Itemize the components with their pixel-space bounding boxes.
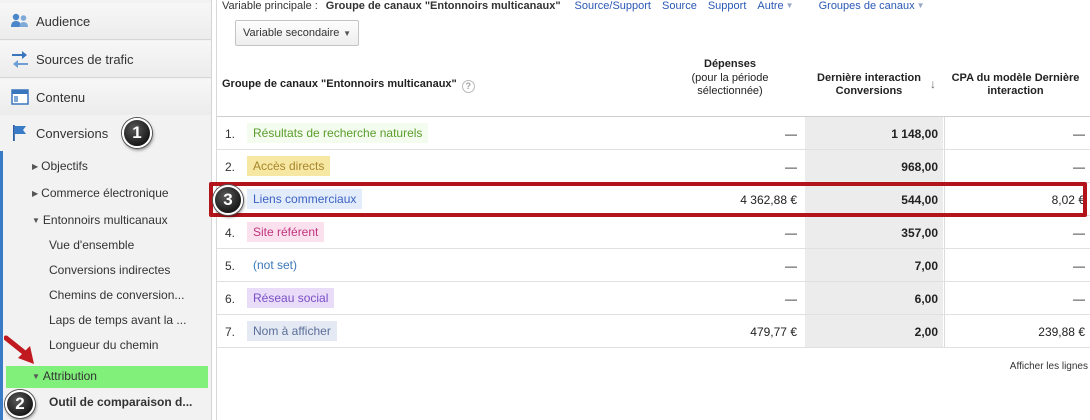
triangle-down-icon: ▼ (32, 372, 40, 381)
table-row[interactable]: 1. Résultats de recherche naturels — 1 148,… (217, 117, 1090, 150)
other-dropdown[interactable]: Autre ▼ (757, 0, 793, 14)
row-number: 6. (225, 292, 236, 306)
cpa-cell: — (1073, 160, 1085, 174)
sidebar-item-path-length[interactable]: Longueur du chemin (49, 338, 199, 352)
spend-cell: — (785, 127, 797, 141)
cpa-cell: — (1073, 292, 1085, 306)
dimension-link-medium[interactable]: Support (708, 0, 747, 14)
dimension-link-source-medium[interactable]: Source/Support (575, 0, 651, 14)
channel-label[interactable]: Nom à afficher (247, 321, 337, 341)
channel-label[interactable]: Résultats de recherche naturels (247, 123, 429, 143)
table-header: Groupe de canaux "Entonnoirs multicanaux… (217, 51, 1090, 117)
cpa-cell: — (1073, 226, 1085, 240)
help-icon[interactable]: ? (461, 80, 475, 93)
conversions-cell: 2,00 (914, 325, 938, 339)
spend-cell: 479,77 € (750, 325, 797, 339)
chevron-down-icon: ▼ (916, 1, 925, 10)
traffic-sources-icon (10, 50, 30, 68)
row-number: 1. (225, 127, 236, 141)
row-number: 7. (225, 325, 236, 339)
triangle-right-icon: ▶ (32, 162, 39, 171)
audience-icon (10, 12, 30, 30)
table-row[interactable]: 2. Accès directs — 968,00 — (217, 150, 1090, 183)
step-badge-1: 1 (122, 118, 152, 148)
sidebar-item-assisted-conversions[interactable]: Conversions indirectes (49, 263, 199, 277)
step-badge-3: 3 (213, 185, 243, 215)
sidebar-section-conversions[interactable]: Conversions (0, 115, 211, 151)
spend-cell: — (785, 259, 797, 273)
cpa-cell: 239,88 € (1038, 325, 1085, 339)
sidebar-item-comparison-tool[interactable]: Outil de comparaison d... (49, 395, 199, 409)
secondary-dimension-label: Variable secondaire (243, 27, 340, 39)
table-row[interactable]: 7. Nom à afficher 479,77 € 2,00 239,88 € (217, 315, 1090, 348)
sidebar-item-time-lag[interactable]: Laps de temps avant la ... (49, 313, 199, 327)
content-icon (10, 88, 30, 106)
spend-cell: — (785, 292, 797, 306)
channel-label[interactable]: Réseau social (247, 288, 335, 308)
sidebar-item-funnels[interactable]: ▼ Entonnoirs multicanaux (32, 213, 168, 227)
sidebar-section-traffic-sources[interactable]: Sources de trafic (0, 41, 211, 78)
sidebar-section-content[interactable]: Contenu (0, 79, 211, 116)
cpa-cell: — (1073, 259, 1085, 273)
row-number: 2. (225, 160, 236, 174)
chevron-down-icon: ▼ (343, 29, 351, 38)
conversions-cell: 6,00 (914, 292, 938, 306)
channel-label[interactable]: Site référent (247, 222, 325, 242)
sidebar-item-ecommerce[interactable]: ▶ Commerce électronique (32, 186, 169, 200)
row-number: 4. (225, 226, 236, 240)
sidebar-section-label: Conversions (36, 125, 109, 141)
sidebar-item-attribution[interactable]: ▼ Attribution (32, 369, 97, 383)
triangle-down-icon: ▼ (32, 216, 40, 225)
table-row[interactable]: 5. (not set) — 7,00 — (217, 249, 1090, 282)
sidebar-item-overview[interactable]: Vue d'ensemble (49, 238, 199, 252)
table-row[interactable]: 6. Réseau social — 6,00 — (217, 282, 1090, 315)
conversions-cell: 7,00 (914, 259, 938, 273)
chevron-down-icon: ▼ (785, 1, 794, 10)
conversions-cell: 968,00 (901, 160, 938, 174)
column-header-last-interaction-conversions[interactable]: Dernière interaction Conversions (809, 72, 929, 98)
column-header-channel-group[interactable]: Groupe de canaux "Entonnoirs multicanaux… (222, 78, 475, 93)
primary-dimension-value: Groupe de canaux "Entonnoirs multicanaux… (325, 0, 561, 12)
primary-dimension-bar: Variable principale : Groupe de canaux "… (222, 0, 925, 14)
step-badge-2: 2 (5, 390, 35, 418)
sidebar-item-objectives[interactable]: ▶ Objectifs (32, 159, 88, 173)
triangle-right-icon: ▶ (32, 189, 39, 198)
sidebar-section-label: Sources de trafic (36, 51, 134, 67)
show-rows-control[interactable]: Afficher les lignes (1010, 361, 1088, 372)
red-arrow-icon (4, 335, 34, 364)
column-header-spend[interactable]: Dépenses (pour la période sélectionnée) (677, 58, 783, 98)
dimension-link-source[interactable]: Source (662, 0, 697, 14)
sidebar-section-label: Contenu (36, 89, 86, 105)
cpa-cell: — (1073, 127, 1085, 141)
sidebar-section-audience[interactable]: Audience (0, 3, 211, 40)
conversions-accent-bar (0, 115, 3, 420)
highlight-box (209, 182, 1087, 217)
sidebar-item-conversion-paths[interactable]: Chemins de conversion... (49, 288, 199, 302)
sort-arrow-icon[interactable]: ↓ (930, 77, 936, 91)
column-header-cpa[interactable]: CPA du modèle Dernière interaction (944, 72, 1087, 98)
secondary-dimension-dropdown[interactable]: Variable secondaire ▼ (235, 20, 359, 46)
conversions-cell: 357,00 (901, 226, 938, 240)
conversions-cell: 1 148,00 (891, 127, 938, 141)
flag-icon (10, 124, 30, 142)
channel-label[interactable]: (not set) (247, 255, 304, 275)
primary-dimension-label: Variable principale : (222, 0, 318, 12)
channel-label[interactable]: Accès directs (247, 156, 331, 176)
table-row[interactable]: 4. Site référent — 357,00 — (217, 216, 1090, 249)
sidebar-section-label: Audience (36, 13, 91, 29)
spend-cell: — (785, 226, 797, 240)
channel-groups-dropdown[interactable]: Groupes de canaux ▼ (819, 0, 925, 14)
row-number: 5. (225, 259, 236, 273)
spend-cell: — (785, 160, 797, 174)
